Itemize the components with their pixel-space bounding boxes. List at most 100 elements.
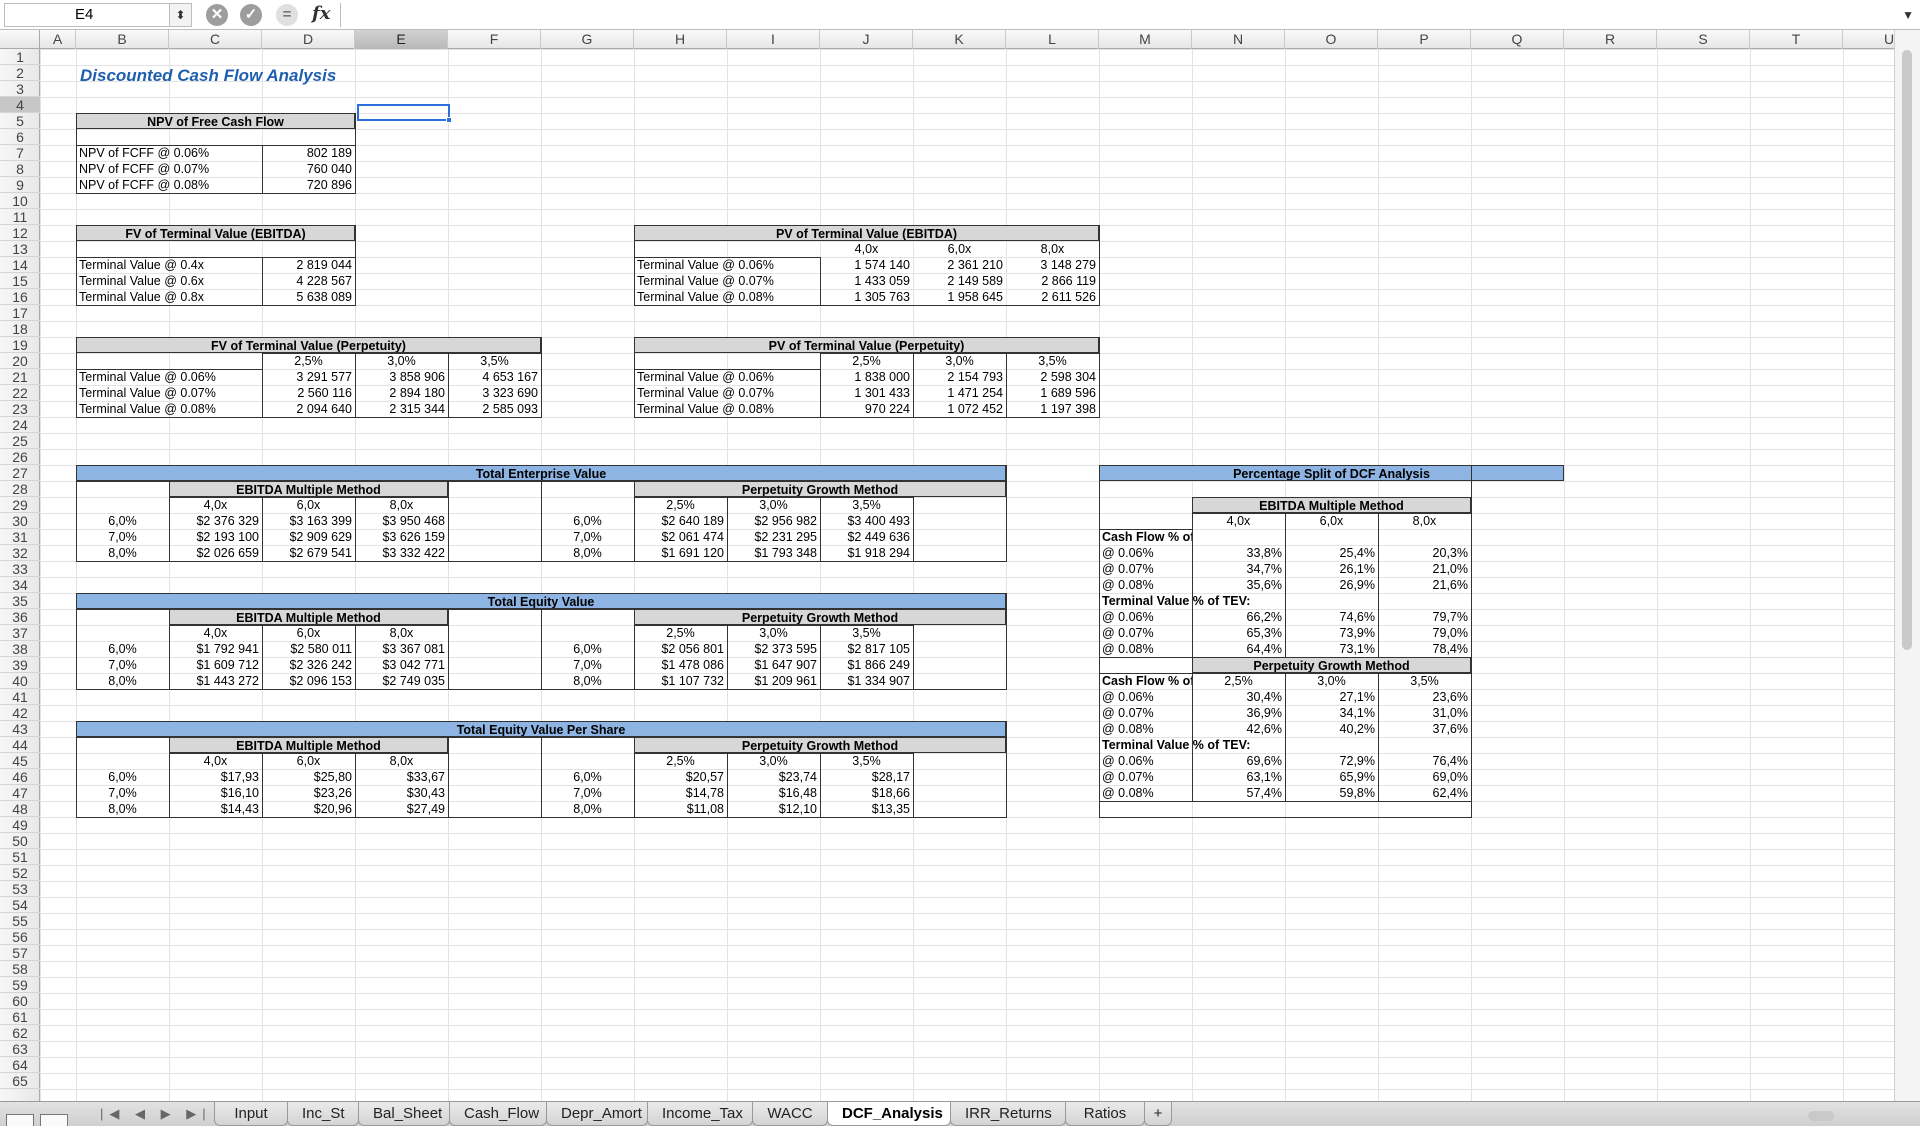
row-header-54[interactable]: 54 xyxy=(0,897,40,913)
row-header-8[interactable]: 8 xyxy=(0,161,40,177)
row-header-38[interactable]: 38 xyxy=(0,641,40,657)
row-header-30[interactable]: 30 xyxy=(0,513,40,529)
sheet-tab-input[interactable]: Input xyxy=(214,1102,288,1126)
row-header-50[interactable]: 50 xyxy=(0,833,40,849)
row-header-1[interactable]: 1 xyxy=(0,49,40,65)
row-header-19[interactable]: 19 xyxy=(0,337,40,353)
row-header-10[interactable]: 10 xyxy=(0,193,40,209)
row-header-17[interactable]: 17 xyxy=(0,305,40,321)
column-header-A[interactable]: A xyxy=(40,30,76,49)
cancel-icon[interactable]: ✕ xyxy=(206,4,228,26)
row-header-42[interactable]: 42 xyxy=(0,705,40,721)
column-header-Q[interactable]: Q xyxy=(1471,30,1564,49)
row-header-21[interactable]: 21 xyxy=(0,369,40,385)
selected-cell[interactable] xyxy=(357,104,450,121)
column-header-I[interactable]: I xyxy=(727,30,820,49)
row-header-57[interactable]: 57 xyxy=(0,945,40,961)
row-header-53[interactable]: 53 xyxy=(0,881,40,897)
sheet-tab-income-tax[interactable]: Income_Tax xyxy=(647,1102,753,1126)
row-header-43[interactable]: 43 xyxy=(0,721,40,737)
sheet-tab-cash-flow[interactable]: Cash_Flow xyxy=(449,1102,547,1126)
row-header-18[interactable]: 18 xyxy=(0,321,40,337)
row-header-33[interactable]: 33 xyxy=(0,561,40,577)
add-sheet-button[interactable]: + xyxy=(1144,1102,1172,1126)
row-header-59[interactable]: 59 xyxy=(0,977,40,993)
name-box-stepper-icon[interactable]: ⬍ xyxy=(170,3,192,27)
column-header-H[interactable]: H xyxy=(634,30,727,49)
row-header-52[interactable]: 52 xyxy=(0,865,40,881)
column-header-K[interactable]: K xyxy=(913,30,1006,49)
confirm-icon[interactable]: ✓ xyxy=(240,4,262,26)
row-header-15[interactable]: 15 xyxy=(0,273,40,289)
row-header-37[interactable]: 37 xyxy=(0,625,40,641)
row-header-12[interactable]: 12 xyxy=(0,225,40,241)
row-header-16[interactable]: 16 xyxy=(0,289,40,305)
row-header-6[interactable]: 6 xyxy=(0,129,40,145)
vertical-scrollbar[interactable] xyxy=(1894,30,1920,1101)
row-header-14[interactable]: 14 xyxy=(0,257,40,273)
horizontal-scroll-thumb[interactable] xyxy=(1808,1111,1834,1121)
row-header-49[interactable]: 49 xyxy=(0,817,40,833)
column-header-S[interactable]: S xyxy=(1657,30,1750,49)
row-header-61[interactable]: 61 xyxy=(0,1009,40,1025)
column-header-B[interactable]: B xyxy=(76,30,169,49)
normal-view-icon[interactable] xyxy=(6,1114,34,1126)
row-header-34[interactable]: 34 xyxy=(0,577,40,593)
insert-function-icon[interactable]: fx xyxy=(312,3,330,25)
cell-grid[interactable] xyxy=(40,49,1894,1101)
row-header-48[interactable]: 48 xyxy=(0,801,40,817)
row-header-62[interactable]: 62 xyxy=(0,1025,40,1041)
column-header-M[interactable]: M xyxy=(1099,30,1192,49)
row-header-46[interactable]: 46 xyxy=(0,769,40,785)
sheet-tab-wacc[interactable]: WACC xyxy=(752,1102,828,1126)
row-header-56[interactable]: 56 xyxy=(0,929,40,945)
row-header-41[interactable]: 41 xyxy=(0,689,40,705)
row-header-32[interactable]: 32 xyxy=(0,545,40,561)
row-header-39[interactable]: 39 xyxy=(0,657,40,673)
sheet-tab-dcf-analysis[interactable]: DCF_Analysis xyxy=(827,1102,951,1126)
fill-handle[interactable] xyxy=(446,117,452,123)
row-header-26[interactable]: 26 xyxy=(0,449,40,465)
row-header-5[interactable]: 5 xyxy=(0,113,40,129)
row-header-45[interactable]: 45 xyxy=(0,753,40,769)
row-header-9[interactable]: 9 xyxy=(0,177,40,193)
row-header-55[interactable]: 55 xyxy=(0,913,40,929)
row-header-2[interactable]: 2 xyxy=(0,65,40,81)
sheet-tab-bal-sheet[interactable]: Bal_Sheet xyxy=(358,1102,450,1126)
row-header-28[interactable]: 28 xyxy=(0,481,40,497)
row-header-51[interactable]: 51 xyxy=(0,849,40,865)
row-header-31[interactable]: 31 xyxy=(0,529,40,545)
formula-input[interactable] xyxy=(340,3,1890,27)
formula-builder-icon[interactable]: = xyxy=(276,4,298,26)
row-header-44[interactable]: 44 xyxy=(0,737,40,753)
name-box[interactable]: E4 xyxy=(4,3,170,27)
scroll-thumb[interactable] xyxy=(1902,50,1912,650)
row-header-4[interactable]: 4 xyxy=(0,97,40,113)
column-header-N[interactable]: N xyxy=(1192,30,1285,49)
row-header-20[interactable]: 20 xyxy=(0,353,40,369)
row-header-23[interactable]: 23 xyxy=(0,401,40,417)
row-header-40[interactable]: 40 xyxy=(0,673,40,689)
column-header-D[interactable]: D xyxy=(262,30,355,49)
row-header-24[interactable]: 24 xyxy=(0,417,40,433)
row-header-7[interactable]: 7 xyxy=(0,145,40,161)
row-header-29[interactable]: 29 xyxy=(0,497,40,513)
row-header-63[interactable]: 63 xyxy=(0,1041,40,1057)
column-header-G[interactable]: G xyxy=(541,30,634,49)
row-header-13[interactable]: 13 xyxy=(0,241,40,257)
column-header-F[interactable]: F xyxy=(448,30,541,49)
row-header-60[interactable]: 60 xyxy=(0,993,40,1009)
tab-navigation-icon[interactable]: |◀ ◀ ▶ ▶| xyxy=(100,1106,212,1122)
column-header-C[interactable]: C xyxy=(169,30,262,49)
column-header-E[interactable]: E xyxy=(355,30,448,49)
column-header-R[interactable]: R xyxy=(1564,30,1657,49)
column-header-T[interactable]: T xyxy=(1750,30,1843,49)
row-header-65[interactable]: 65 xyxy=(0,1073,40,1089)
row-header-11[interactable]: 11 xyxy=(0,209,40,225)
column-header-O[interactable]: O xyxy=(1285,30,1378,49)
row-header-58[interactable]: 58 xyxy=(0,961,40,977)
column-header-P[interactable]: P xyxy=(1378,30,1471,49)
sheet-tab-irr-returns[interactable]: IRR_Returns xyxy=(950,1102,1066,1126)
row-header-3[interactable]: 3 xyxy=(0,81,40,97)
column-header-L[interactable]: L xyxy=(1006,30,1099,49)
